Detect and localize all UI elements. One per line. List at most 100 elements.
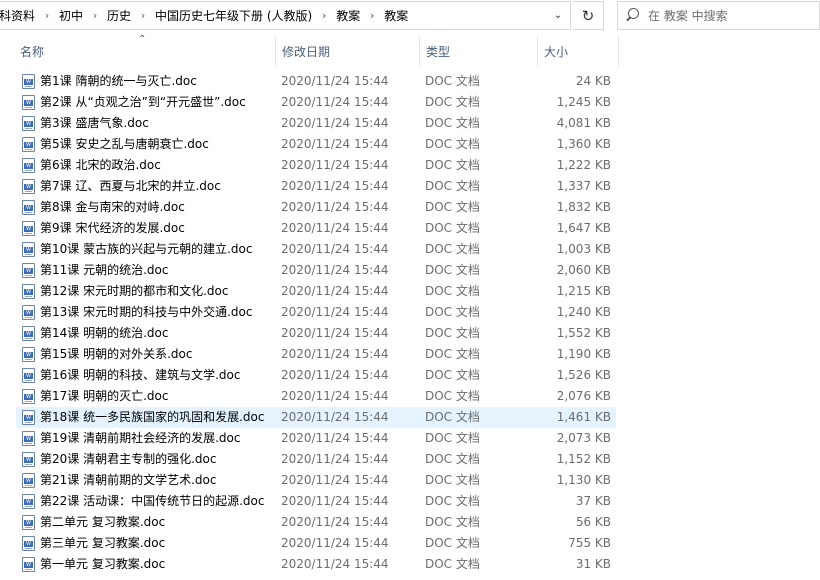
word-doc-icon: W: [22, 263, 35, 278]
breadcrumb-separator-icon[interactable]: ›: [89, 9, 101, 22]
column-header-date[interactable]: 修改日期: [275, 36, 418, 66]
word-doc-icon: W: [22, 389, 35, 404]
file-name[interactable]: 第10课 蒙古族的兴起与元朝的建立.doc: [40, 239, 252, 260]
file-type: DOC 文档: [425, 389, 480, 403]
file-name[interactable]: 第20课 清朝君主专制的强化.doc: [40, 449, 216, 470]
file-row[interactable]: W 第10课 蒙古族的兴起与元朝的建立.doc 2020/11/24 15:44 DO…: [0, 239, 820, 260]
file-name[interactable]: 第二单元 复习教案.doc: [40, 512, 165, 533]
file-name[interactable]: 第1课 隋朝的统一与灭亡.doc: [40, 71, 197, 92]
breadcrumb-item[interactable]: 中国历史七年级下册 (人教版): [149, 7, 318, 24]
file-type: DOC 文档: [425, 557, 480, 571]
breadcrumb-item[interactable]: 历史: [101, 7, 137, 24]
file-date: 2020/11/24 15:44: [281, 389, 389, 403]
file-name[interactable]: 第21课 清朝前期的文学艺术.doc: [40, 470, 216, 491]
file-row[interactable]: W 第7课 辽、西夏与北宋的并立.doc 2020/11/24 15:44 DOC 文…: [0, 176, 820, 197]
file-type: DOC 文档: [425, 74, 480, 88]
breadcrumb-item[interactable]: 教案: [330, 7, 366, 24]
breadcrumb-separator-icon[interactable]: ›: [41, 9, 53, 22]
file-type: DOC 文档: [425, 515, 480, 529]
breadcrumb-item[interactable]: 科资料: [0, 7, 41, 24]
file-type: DOC 文档: [425, 473, 480, 487]
address-history-dropdown-icon[interactable]: ⌄: [546, 2, 570, 29]
file-name[interactable]: 第14课 明朝的统治.doc: [40, 323, 168, 344]
file-name[interactable]: 第5课 安史之乱与唐朝衰亡.doc: [40, 134, 209, 155]
file-name[interactable]: 第一单元 复习教案.doc: [40, 554, 165, 575]
file-row[interactable]: W 第14课 明朝的统治.doc 2020/11/24 15:44 DOC 文档 1,5…: [0, 323, 820, 344]
file-name[interactable]: 第3课 盛唐气象.doc: [40, 113, 149, 134]
file-name[interactable]: 第三单元 复习教案.doc: [40, 533, 165, 554]
file-type: DOC 文档: [425, 200, 480, 214]
file-size: 2,076 KB: [556, 389, 611, 403]
file-row[interactable]: W 第20课 清朝君主专制的强化.doc 2020/11/24 15:44 DOC 文…: [0, 449, 820, 470]
file-name[interactable]: 第8课 金与南宋的对峙.doc: [40, 197, 185, 218]
file-type: DOC 文档: [425, 452, 480, 466]
address-bar[interactable]: 科资料 › 初中 › 历史 › 中国历史七年级下册 (人教版) › 教案 › 教…: [0, 1, 571, 30]
file-row[interactable]: W 第17课 明朝的灭亡.doc 2020/11/24 15:44 DOC 文档 2,0…: [0, 386, 820, 407]
file-name[interactable]: 第11课 元朝的统治.doc: [40, 260, 168, 281]
file-row[interactable]: W 第三单元 复习教案.doc 2020/11/24 15:44 DOC 文档 755 …: [0, 533, 820, 554]
column-header-type[interactable]: 类型: [419, 36, 536, 66]
file-row[interactable]: W 第12课 宋元时期的都市和文化.doc 2020/11/24 15:44 DOC …: [0, 281, 820, 302]
navigation-bar: 科资料 › 初中 › 历史 › 中国历史七年级下册 (人教版) › 教案 › 教…: [0, 0, 820, 32]
file-row[interactable]: W 第一单元 复习教案.doc 2020/11/24 15:44 DOC 文档 31 K…: [0, 554, 820, 575]
search-input[interactable]: [648, 8, 808, 23]
file-name[interactable]: 第12课 宋元时期的都市和文化.doc: [40, 281, 228, 302]
word-doc-icon: W: [22, 284, 35, 299]
breadcrumb-separator-icon[interactable]: ›: [366, 9, 378, 22]
file-row[interactable]: W 第21课 清朝前期的文学艺术.doc 2020/11/24 15:44 DOC 文…: [0, 470, 820, 491]
file-size: 1,003 KB: [556, 242, 611, 256]
file-row[interactable]: W 第11课 元朝的统治.doc 2020/11/24 15:44 DOC 文档 2,0…: [0, 260, 820, 281]
word-doc-icon: W: [22, 95, 35, 110]
file-name[interactable]: 第2课 从“贞观之治”到“开元盛世”.doc: [40, 92, 246, 113]
file-row[interactable]: W 第13课 宋元时期的科技与中外交通.doc 2020/11/24 15:44 DO…: [0, 302, 820, 323]
breadcrumb-separator-icon[interactable]: ›: [137, 9, 149, 22]
file-row[interactable]: W 第18课 统一多民族国家的巩固和发展.doc 2020/11/24 15:44 D…: [0, 407, 820, 428]
file-name[interactable]: 第13课 宋元时期的科技与中外交通.doc: [40, 302, 252, 323]
file-row[interactable]: W 第二单元 复习教案.doc 2020/11/24 15:44 DOC 文档 56 K…: [0, 512, 820, 533]
file-size: 1,832 KB: [556, 200, 611, 214]
breadcrumb-separator-icon[interactable]: ›: [318, 9, 330, 22]
file-date: 2020/11/24 15:44: [281, 263, 389, 277]
file-size: 1,337 KB: [556, 179, 611, 193]
file-row[interactable]: W 第15课 明朝的对外关系.doc 2020/11/24 15:44 DOC 文档 1…: [0, 344, 820, 365]
file-name[interactable]: 第6课 北宋的政治.doc: [40, 155, 161, 176]
word-doc-icon: W: [22, 473, 35, 488]
file-name[interactable]: 第17课 明朝的灭亡.doc: [40, 386, 168, 407]
file-row[interactable]: W 第19课 清朝前期社会经济的发展.doc 2020/11/24 15:44 DOC…: [0, 428, 820, 449]
word-doc-icon: W: [22, 137, 35, 152]
file-row[interactable]: W 第8课 金与南宋的对峙.doc 2020/11/24 15:44 DOC 文档 1,…: [0, 197, 820, 218]
file-date: 2020/11/24 15:44: [281, 557, 389, 571]
word-doc-icon: W: [22, 200, 35, 215]
file-size: 1,215 KB: [556, 284, 611, 298]
breadcrumb-item-current[interactable]: 教案: [378, 7, 414, 24]
breadcrumb-item[interactable]: 初中: [53, 7, 89, 24]
file-type: DOC 文档: [425, 158, 480, 172]
file-type: DOC 文档: [425, 536, 480, 550]
file-name[interactable]: 第16课 明朝的科技、建筑与文学.doc: [40, 365, 240, 386]
file-row[interactable]: W 第6课 北宋的政治.doc 2020/11/24 15:44 DOC 文档 1,22…: [0, 155, 820, 176]
refresh-icon[interactable]: ↻: [573, 1, 604, 30]
search-icon: [618, 1, 648, 30]
file-row[interactable]: W 第5课 安史之乱与唐朝衰亡.doc 2020/11/24 15:44 DOC 文档…: [0, 134, 820, 155]
word-doc-icon: W: [22, 221, 35, 236]
search-box[interactable]: [617, 1, 820, 30]
file-name[interactable]: 第19课 清朝前期社会经济的发展.doc: [40, 428, 240, 449]
file-row[interactable]: W 第9课 宋代经济的发展.doc 2020/11/24 15:44 DOC 文档 1,…: [0, 218, 820, 239]
word-doc-icon: W: [22, 494, 35, 509]
file-name[interactable]: 第22课 活动课：中国传统节日的起源.doc: [40, 491, 264, 512]
column-header-size[interactable]: 大小: [537, 36, 619, 66]
file-name[interactable]: 第7课 辽、西夏与北宋的并立.doc: [40, 176, 221, 197]
file-row[interactable]: W 第2课 从“贞观之治”到“开元盛世”.doc 2020/11/24 15:44 D…: [0, 92, 820, 113]
file-date: 2020/11/24 15:44: [281, 305, 389, 319]
file-row[interactable]: W 第22课 活动课：中国传统节日的起源.doc 2020/11/24 15:44 D…: [0, 491, 820, 512]
file-date: 2020/11/24 15:44: [281, 410, 389, 424]
column-header-name[interactable]: 名称: [14, 36, 274, 66]
file-row[interactable]: W 第1课 隋朝的统一与灭亡.doc 2020/11/24 15:44 DOC 文档 2…: [0, 71, 820, 92]
file-row[interactable]: W 第3课 盛唐气象.doc 2020/11/24 15:44 DOC 文档 4,081…: [0, 113, 820, 134]
file-date: 2020/11/24 15:44: [281, 347, 389, 361]
file-name[interactable]: 第9课 宋代经济的发展.doc: [40, 218, 185, 239]
word-doc-icon: W: [22, 305, 35, 320]
file-name[interactable]: 第15课 明朝的对外关系.doc: [40, 344, 192, 365]
file-name[interactable]: 第18课 统一多民族国家的巩固和发展.doc: [40, 407, 264, 428]
file-row[interactable]: W 第16课 明朝的科技、建筑与文学.doc 2020/11/24 15:44 DOC…: [0, 365, 820, 386]
